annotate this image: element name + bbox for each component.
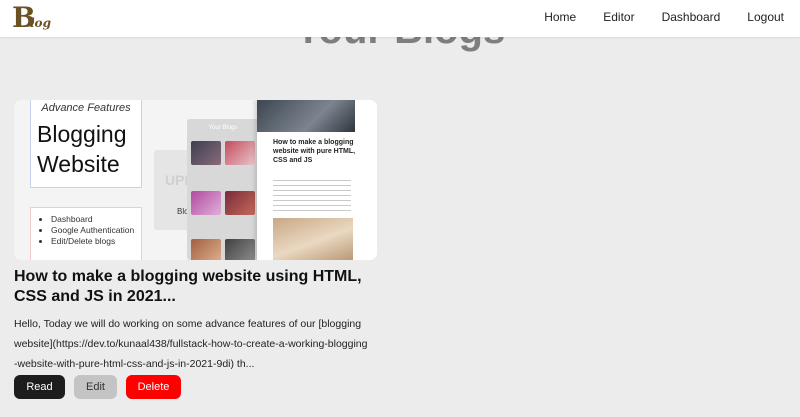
mock-text-line — [273, 190, 351, 191]
mock-tile — [191, 141, 221, 165]
mock-post-image — [273, 218, 353, 260]
mock-tile — [191, 191, 221, 215]
mock-post-photo — [257, 100, 355, 132]
mock-tile — [225, 141, 255, 165]
feature-item: Dashboard — [51, 214, 141, 225]
logo-text: log — [30, 16, 51, 30]
feature-item: Google Authentication — [51, 225, 141, 236]
feature-item: Edit/Delete blogs — [51, 236, 141, 247]
nav-link-dashboard[interactable]: Dashboard — [662, 10, 721, 24]
mock-text-line — [273, 200, 351, 201]
mock-text-line — [273, 205, 351, 206]
mock-blogs-heading: Your Blogs — [208, 125, 238, 131]
feature-title-line1: Blogging — [37, 121, 127, 147]
delete-button[interactable]: Delete — [126, 375, 181, 399]
feature-box: Advance Features Blogging Website — [30, 100, 142, 188]
read-button[interactable]: Read — [14, 375, 65, 399]
nav-link-logout[interactable]: Logout — [747, 10, 784, 24]
mock-post-screen: How to make a blogging website with pure… — [257, 100, 377, 260]
nav-link-editor[interactable]: Editor — [603, 10, 634, 24]
mock-tile — [225, 239, 255, 260]
mock-text-line — [273, 195, 351, 196]
blog-card-title: How to make a blogging website using HTM… — [14, 268, 362, 305]
edit-button[interactable]: Edit — [74, 375, 117, 399]
features-list: Dashboard Google Authentication Edit/Del… — [30, 207, 142, 260]
mock-tile — [225, 191, 255, 215]
mock-text-line — [273, 185, 351, 186]
blog-logo[interactable]: B log — [12, 1, 57, 34]
nav-links: Home Editor Dashboard Logout — [517, 10, 784, 24]
mock-post-title: How to make a blogging website with pure… — [273, 139, 356, 164]
feature-title-line2: Website — [37, 151, 120, 177]
navbar: B log Home Editor Dashboard Logout — [0, 0, 800, 37]
blog-card-thumbnail: Advance Features Blogging Website UPL Bl… — [14, 100, 377, 260]
feature-title: Blogging Website — [37, 119, 127, 179]
mock-tile — [191, 239, 221, 260]
feature-subtitle: Advance Features — [41, 102, 131, 114]
blog-card-description: Hello, Today we will do working on some … — [14, 318, 368, 370]
mock-text-line — [273, 210, 351, 211]
mock-blogs-screen: Your Blogs — [187, 119, 259, 260]
nav-link-home[interactable]: Home — [544, 10, 576, 24]
mock-text-line — [273, 180, 351, 181]
